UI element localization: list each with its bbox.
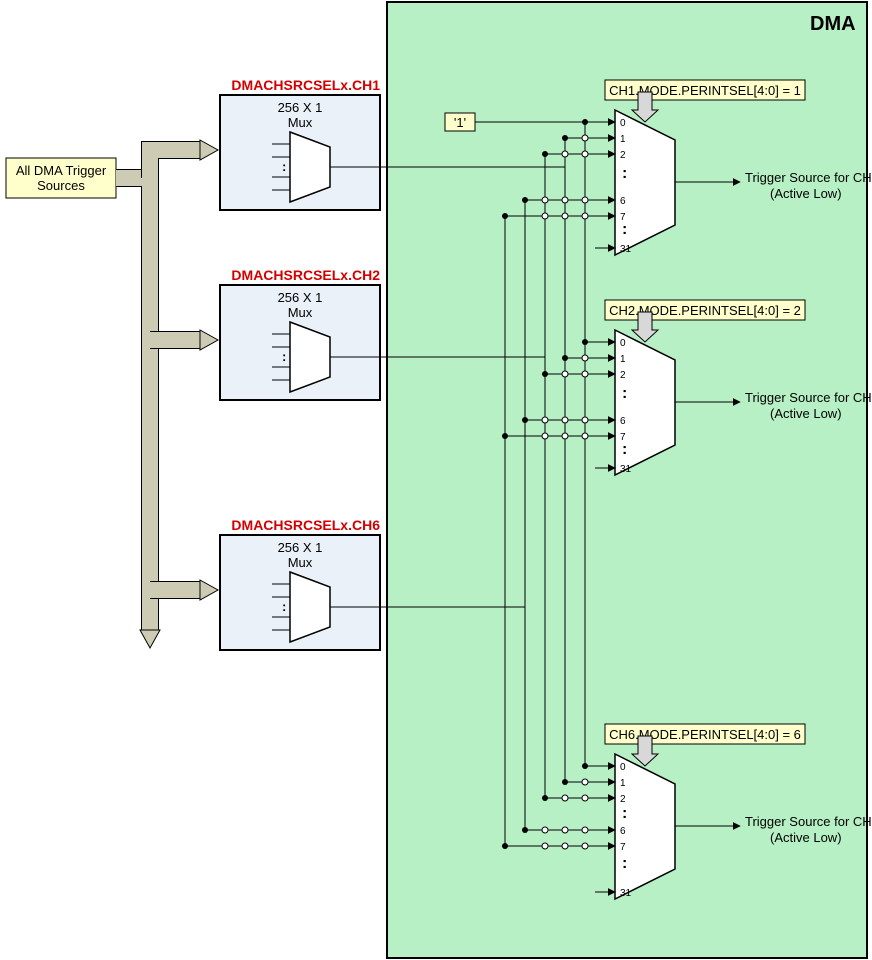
svg-text:6: 6 [620,196,626,207]
svg-text::: : [622,805,627,822]
out6-l2: (Active Low) [770,830,842,845]
out6-l1: Trigger Source for CH6 [745,814,872,829]
out2-l1: Trigger Source for CH2 [745,390,872,405]
mux2-size: 256 X 1 [278,290,323,305]
svg-text::: : [622,441,627,458]
svg-text:1: 1 [620,134,626,145]
svg-text::: : [622,385,627,402]
mux6-size: 256 X 1 [278,540,323,555]
svg-text:31: 31 [620,244,632,255]
svg-text::: : [622,165,627,182]
mux1-size: 256 X 1 [278,100,323,115]
out2-l2: (Active Low) [770,406,842,421]
mux-block-ch2: DMACHSRCSELx.CH2 256 X 1 Mux [220,267,380,400]
mux-block-ch6: DMACHSRCSELx.CH6 256 X 1 Mux [220,517,380,650]
mux1-title: DMACHSRCSELx.CH1 [231,77,380,93]
svg-text:6: 6 [620,826,626,837]
svg-text:6: 6 [620,416,626,427]
svg-text:2: 2 [620,794,626,805]
svg-text:2: 2 [620,150,626,161]
trigger-sources-l1: All DMA Trigger [16,163,107,178]
svg-text:7: 7 [620,842,626,853]
mux6-kind: Mux [288,555,313,570]
mux-block-ch1: DMACHSRCSELx.CH1 256 X 1 Mux [220,77,380,210]
trigger-sources-l2: Sources [37,178,85,193]
svg-text:31: 31 [620,888,632,899]
mux1-kind: Mux [288,115,313,130]
svg-text::: : [622,855,627,872]
svg-text:2: 2 [620,370,626,381]
mux2-kind: Mux [288,305,313,320]
mux2-title: DMACHSRCSELx.CH2 [231,267,380,283]
svg-text:0: 0 [620,118,626,129]
svg-text:0: 0 [620,338,626,349]
source-bus [116,140,218,648]
svg-text:0: 0 [620,762,626,773]
const-one-label: '1' [454,115,466,130]
out1-l1: Trigger Source for CH1 [745,170,872,185]
mux6-title: DMACHSRCSELx.CH6 [231,517,380,533]
svg-text:1: 1 [620,354,626,365]
svg-text::: : [622,221,627,238]
dma-title: DMA [810,13,856,35]
svg-text:31: 31 [620,464,632,475]
svg-text:1: 1 [620,778,626,789]
out1-l2: (Active Low) [770,186,842,201]
